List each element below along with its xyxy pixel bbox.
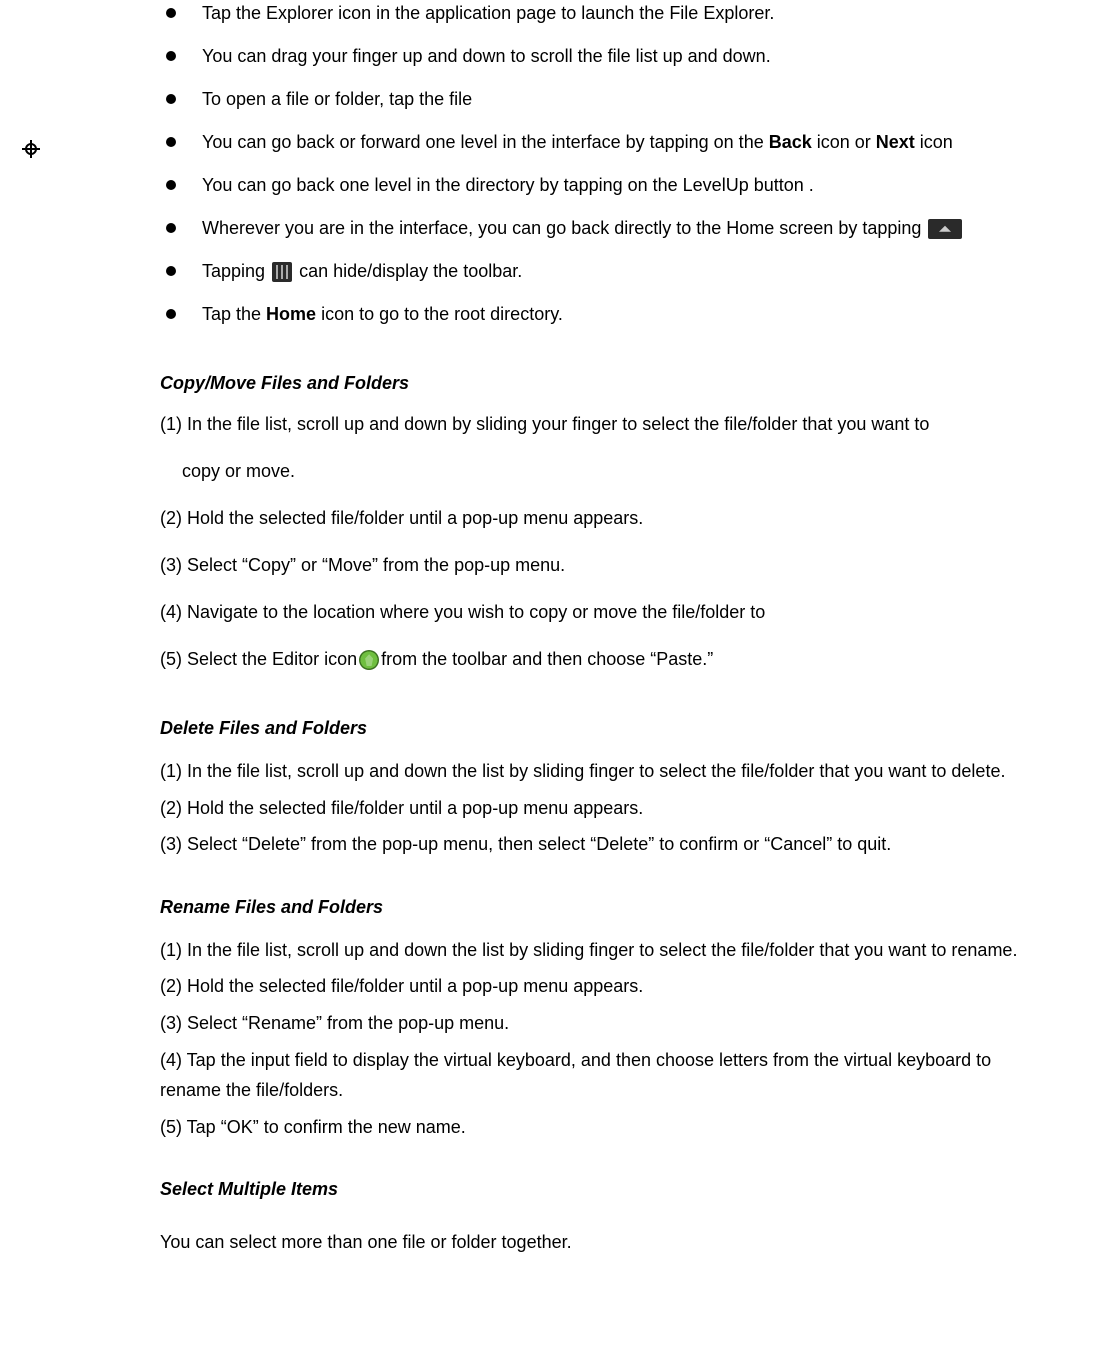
list-item: To open a file or folder, tap the file — [160, 86, 1046, 113]
paragraph-segment: (5) Select the Editor icon — [160, 649, 357, 669]
paragraph: (5) Select the Editor icon from the toolb… — [160, 646, 1046, 673]
list-item: You can go back one level in the directo… — [160, 172, 1046, 199]
paragraph: (3) Select “Copy” or “Move” from the pop… — [160, 552, 1046, 579]
list-item: You can drag your finger up and down to … — [160, 43, 1046, 70]
section-title-copy-move: Copy/Move Files and Folders — [160, 370, 1046, 397]
bullet-text: To open a file or folder, tap the file — [202, 89, 472, 109]
paragraph: (4) Tap the input field to display the v… — [160, 1045, 1046, 1106]
paragraph: (3) Select “Rename” from the pop-up menu… — [160, 1008, 1046, 1039]
paragraph: (2) Hold the selected file/folder until … — [160, 505, 1046, 532]
registration-mark-icon — [22, 140, 40, 158]
back-label: Back — [769, 132, 812, 152]
bullet-text: You can go back one level in the directo… — [202, 175, 814, 195]
paragraph: (3) Select “Delete” from the pop-up menu… — [160, 829, 1046, 860]
toolbar-toggle-icon — [272, 262, 292, 282]
list-item: Tap the Home icon to go to the root dire… — [160, 301, 1046, 328]
editor-icon — [359, 650, 379, 670]
paragraph: (5) Tap “OK” to confirm the new name. — [160, 1112, 1046, 1143]
home-label: Home — [266, 304, 316, 324]
paragraph: (2) Hold the selected file/folder until … — [160, 971, 1046, 1002]
paragraph: (4) Navigate to the location where you w… — [160, 599, 1046, 626]
bullet-text: You can drag your finger up and down to … — [202, 46, 771, 66]
bullet-list: Tap the Explorer icon in the application… — [160, 0, 1046, 328]
next-label: Next — [876, 132, 915, 152]
bullet-text: Tap the Explorer icon in the application… — [202, 3, 774, 23]
paragraph: You can select more than one file or fol… — [160, 1227, 1046, 1258]
bullet-text-segment: Tapping — [202, 261, 270, 281]
bullet-text-segment: icon to go to the root directory. — [316, 304, 563, 324]
bullet-text-segment: Wherever you are in the interface, you c… — [202, 218, 926, 238]
bullet-text-segment: icon — [915, 132, 953, 152]
bullet-text-segment: can hide/display the toolbar. — [299, 261, 522, 281]
paragraph: (2) Hold the selected file/folder until … — [160, 793, 1046, 824]
document-page: Tap the Explorer icon in the application… — [0, 0, 1106, 1354]
list-item: Wherever you are in the interface, you c… — [160, 215, 1046, 242]
bullet-text-segment: icon or — [812, 132, 876, 152]
list-item: Tapping can hide/display the toolbar. — [160, 258, 1046, 285]
paragraph-segment: from the toolbar and then choose “Paste.… — [381, 649, 713, 669]
bullet-text-segment: You can go back or forward one level in … — [202, 132, 769, 152]
section-title-select-multiple: Select Multiple Items — [160, 1176, 1046, 1203]
list-item: You can go back or forward one level in … — [160, 129, 1046, 156]
paragraph: (1) In the file list, scroll up and down… — [160, 411, 1046, 438]
list-item: Tap the Explorer icon in the application… — [160, 0, 1046, 27]
paragraph: (1) In the file list, scroll up and down… — [160, 756, 1046, 787]
paragraph: (1) In the file list, scroll up and down… — [160, 935, 1046, 966]
bullet-text-segment: Tap the — [202, 304, 266, 324]
home-icon — [928, 219, 962, 239]
section-title-delete: Delete Files and Folders — [160, 715, 1046, 742]
section-title-rename: Rename Files and Folders — [160, 894, 1046, 921]
paragraph: copy or move. — [160, 458, 1046, 485]
